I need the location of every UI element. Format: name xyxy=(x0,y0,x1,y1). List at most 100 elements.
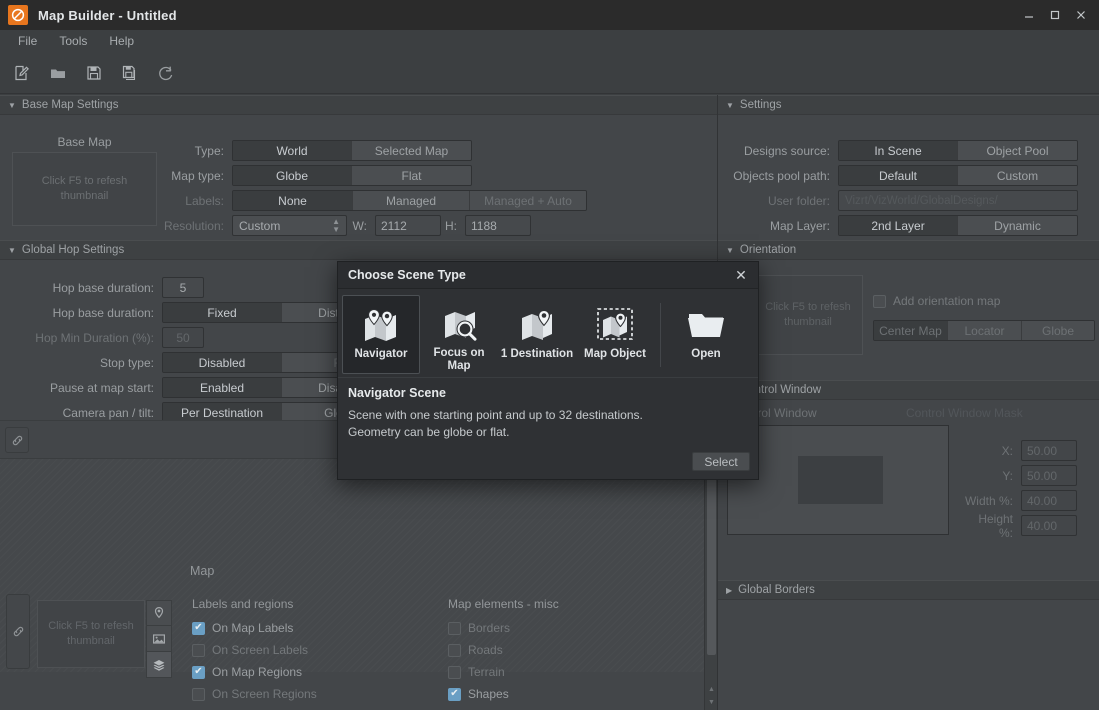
labels-option-none[interactable]: None xyxy=(233,191,353,210)
menu-help[interactable]: Help xyxy=(99,32,144,50)
map-layer-option-2nd[interactable]: 2nd Layer xyxy=(839,216,958,235)
menu-tools[interactable]: Tools xyxy=(49,32,97,50)
pause-option-enabled[interactable]: Enabled xyxy=(163,378,282,397)
link-toggle-top[interactable] xyxy=(5,427,29,453)
section-header-control-window[interactable]: ▼ Control Window xyxy=(718,380,1099,400)
dialog-divider xyxy=(660,303,661,367)
labels-toggle[interactable]: None Managed Managed + Auto xyxy=(232,190,587,211)
close-button[interactable] xyxy=(1069,2,1093,28)
section-header-global-borders[interactable]: ▶ Global Borders xyxy=(718,580,1099,600)
scene-type-focus-on-map[interactable]: Focus on Map xyxy=(420,295,498,374)
control-window-mask-rect[interactable] xyxy=(798,456,883,504)
type-toggle[interactable]: World Selected Map xyxy=(232,140,472,161)
orientation-mode-toggle[interactable]: Center Map Locator Globe xyxy=(873,320,1095,341)
checkbox-icon[interactable] xyxy=(192,644,205,657)
checkbox-icon[interactable] xyxy=(448,688,461,701)
menu-file[interactable]: File xyxy=(8,32,47,50)
checkbox-icon[interactable] xyxy=(448,622,461,635)
orientation-thumbnail[interactable]: Click F5 to refesh thumbnail xyxy=(753,275,863,355)
select-button[interactable]: Select xyxy=(692,452,750,471)
objects-pool-path-toggle[interactable]: Default Custom xyxy=(838,165,1078,186)
minimize-button[interactable] xyxy=(1017,2,1041,28)
checkbox-roads[interactable]: Roads xyxy=(448,639,658,661)
checkbox-add-orientation-map[interactable]: Add orientation map xyxy=(873,290,1000,312)
save-icon[interactable] xyxy=(80,59,108,87)
collapse-triangle-icon: ▼ xyxy=(8,101,16,110)
left-scrollbar-thumb[interactable] xyxy=(707,460,716,655)
scene-type-navigator[interactable]: Navigator xyxy=(342,295,420,374)
map-layer-toggle[interactable]: 2nd Layer Dynamic xyxy=(838,215,1078,236)
stop-type-option-disabled[interactable]: Disabled xyxy=(163,353,282,372)
map-type-option-flat[interactable]: Flat xyxy=(352,166,471,185)
checkbox-icon[interactable] xyxy=(448,666,461,679)
map-pin-tool[interactable] xyxy=(146,600,172,626)
scene-type-1-destination[interactable]: 1 Destination xyxy=(498,295,576,374)
checkbox-borders[interactable]: Borders xyxy=(448,617,658,639)
checkbox-shapes[interactable]: Shapes xyxy=(448,683,658,705)
designs-source-option-object-pool[interactable]: Object Pool xyxy=(958,141,1077,160)
map-panel: Map Click F5 to refesh thumbnail xyxy=(0,458,705,672)
control-window-preview[interactable] xyxy=(727,425,949,535)
labels-option-managed[interactable]: Managed xyxy=(353,191,470,210)
map-link-toggle[interactable] xyxy=(6,594,30,669)
section-header-settings[interactable]: ▼ Settings xyxy=(718,95,1099,115)
width-pct-input[interactable]: 40.00 xyxy=(1021,490,1077,511)
collapse-triangle-icon: ▼ xyxy=(8,246,16,255)
section-header-base-map-settings[interactable]: ▼ Base Map Settings xyxy=(0,95,717,115)
map-two-pins-icon xyxy=(361,304,401,346)
objects-pool-option-default[interactable]: Default xyxy=(839,166,958,185)
hop-min-duration-input[interactable]: 50 xyxy=(162,327,204,348)
orientation-option-center-map[interactable]: Center Map xyxy=(874,321,948,340)
scene-type-map-object[interactable]: Map Object xyxy=(576,295,654,374)
designs-source-option-in-scene[interactable]: In Scene xyxy=(839,141,958,160)
scroll-down-arrow-icon[interactable]: ▼ xyxy=(705,696,718,709)
new-document-icon[interactable] xyxy=(8,59,36,87)
checkbox-icon[interactable] xyxy=(192,688,205,701)
x-input[interactable]: 50.00 xyxy=(1021,440,1077,461)
image-icon xyxy=(152,632,166,646)
checkbox-icon[interactable] xyxy=(873,295,886,308)
designs-source-toggle[interactable]: In Scene Object Pool xyxy=(838,140,1078,161)
checkbox-on-screen-labels[interactable]: On Screen Labels xyxy=(192,639,402,661)
hop-base-duration-input[interactable]: 5 xyxy=(162,277,204,298)
type-option-selected-map[interactable]: Selected Map xyxy=(352,141,471,160)
map-thumbnail[interactable]: Click F5 to refesh thumbnail xyxy=(37,600,145,668)
checkbox-on-screen-regions[interactable]: On Screen Regions xyxy=(192,683,402,705)
labels-option-managed-auto[interactable]: Managed + Auto xyxy=(470,191,586,210)
section-header-global-hop-settings[interactable]: ▼ Global Hop Settings xyxy=(0,240,717,260)
label-stop-type: Stop type: xyxy=(40,356,162,370)
height-pct-input[interactable]: 40.00 xyxy=(1021,515,1077,536)
objects-pool-option-custom[interactable]: Custom xyxy=(958,166,1077,185)
orientation-option-globe[interactable]: Globe xyxy=(1022,321,1094,340)
width-input[interactable]: 2112 xyxy=(375,215,441,236)
dialog-header: Choose Scene Type ✕ xyxy=(338,262,758,289)
height-input[interactable]: 1188 xyxy=(465,215,531,236)
save-as-icon[interactable] xyxy=(116,59,144,87)
y-input[interactable]: 50.00 xyxy=(1021,465,1077,486)
dialog-close-icon[interactable]: ✕ xyxy=(732,267,750,284)
folder-open-icon[interactable] xyxy=(44,59,72,87)
layers-tool[interactable] xyxy=(146,652,172,678)
orientation-option-locator[interactable]: Locator xyxy=(948,321,1022,340)
left-scrollbar[interactable]: ▲ ▼ xyxy=(704,458,717,710)
scene-type-open[interactable]: Open xyxy=(667,295,745,374)
checkbox-terrain[interactable]: Terrain xyxy=(448,661,658,683)
refresh-icon[interactable] xyxy=(152,59,180,87)
resolution-combobox[interactable]: Custom ▲▼ xyxy=(232,215,347,236)
checkbox-on-map-labels[interactable]: On Map Labels xyxy=(192,617,402,639)
hop-mode-option-fixed[interactable]: Fixed xyxy=(163,303,282,322)
maximize-button[interactable] xyxy=(1043,2,1067,28)
section-header-orientation[interactable]: ▼ Orientation xyxy=(718,240,1099,260)
map-type-option-globe[interactable]: Globe xyxy=(233,166,352,185)
checkbox-icon[interactable] xyxy=(192,622,205,635)
user-folder-input[interactable]: Vizrt/VizWorld/GlobalDesigns/ xyxy=(838,190,1078,211)
checkbox-icon[interactable] xyxy=(192,666,205,679)
type-option-world[interactable]: World xyxy=(233,141,352,160)
checkbox-icon[interactable] xyxy=(448,644,461,657)
map-layer-option-dynamic[interactable]: Dynamic xyxy=(958,216,1077,235)
image-tool[interactable] xyxy=(146,626,172,652)
base-map-thumbnail[interactable]: Click F5 to refesh thumbnail xyxy=(12,152,157,226)
scroll-up-arrow-icon[interactable]: ▲ xyxy=(705,683,718,696)
checkbox-on-map-regions[interactable]: On Map Regions xyxy=(192,661,402,683)
map-type-toggle[interactable]: Globe Flat xyxy=(232,165,472,186)
